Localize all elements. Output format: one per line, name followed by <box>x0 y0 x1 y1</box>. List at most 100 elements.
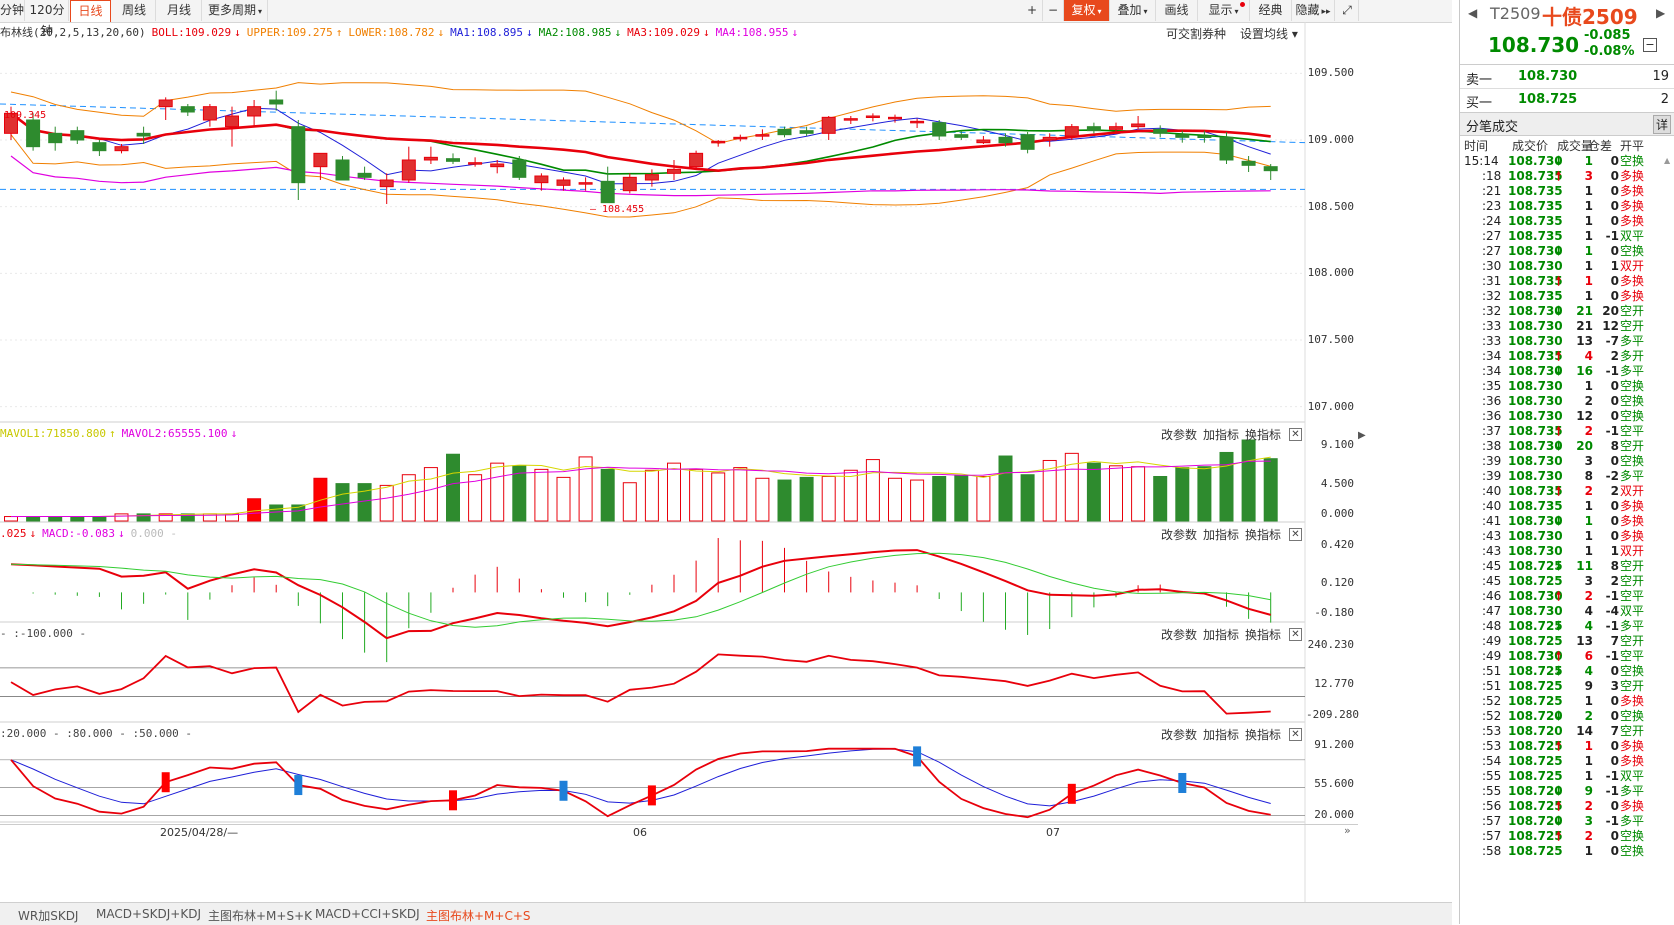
display-button[interactable]: 显示 ▾ <box>1198 0 1250 21</box>
deliverable-bonds-button[interactable]: 可交割券种 <box>1166 25 1226 42</box>
candle[interactable] <box>158 99 173 108</box>
template-tab[interactable]: 主图布林+M+S+K <box>208 907 312 924</box>
candle[interactable] <box>136 132 151 137</box>
candle[interactable] <box>1086 126 1101 132</box>
candle[interactable] <box>1241 160 1256 166</box>
zoom-in-button[interactable]: + <box>1022 0 1043 21</box>
add-indicator-button[interactable]: 加指标 <box>1203 426 1239 443</box>
candle[interactable] <box>357 172 372 178</box>
candle[interactable] <box>490 163 505 168</box>
candle[interactable] <box>755 134 770 137</box>
scroll-right-icon[interactable]: » <box>1344 824 1351 837</box>
edit-params-button[interactable]: 改参数 <box>1161 626 1197 643</box>
candle[interactable] <box>733 136 748 140</box>
candle[interactable] <box>70 130 85 141</box>
edit-params-button[interactable]: 改参数 <box>1161 526 1197 543</box>
candle[interactable] <box>48 132 63 144</box>
close-panel-icon[interactable]: ✕ <box>1289 528 1302 541</box>
candle[interactable] <box>401 159 416 181</box>
candle[interactable] <box>313 152 328 168</box>
candle[interactable] <box>468 162 483 165</box>
candle[interactable] <box>269 99 284 105</box>
next-contract-icon[interactable]: ▶ <box>1656 6 1665 20</box>
candle[interactable] <box>1064 126 1079 137</box>
candle[interactable] <box>1263 166 1278 172</box>
candle[interactable] <box>910 120 925 124</box>
candle[interactable] <box>1175 134 1190 138</box>
period-tab-3[interactable]: 周线 <box>113 0 156 21</box>
template-tab[interactable]: MACD+CCI+SKDJ <box>315 907 420 921</box>
candle[interactable] <box>291 126 306 184</box>
period-tab-5[interactable]: 更多周期 ▾ <box>203 0 268 21</box>
candle[interactable] <box>225 115 239 128</box>
candle[interactable] <box>1042 136 1057 141</box>
candle[interactable] <box>865 115 880 118</box>
add-indicator-button[interactable]: 加指标 <box>1203 526 1239 543</box>
candle[interactable] <box>534 175 549 184</box>
close-panel-icon[interactable]: ✕ <box>1289 728 1302 741</box>
hide-button[interactable]: 隐藏 ▸▸ <box>1292 0 1335 21</box>
period-tab-2[interactable]: 日线 <box>70 0 111 22</box>
zoom-out-button[interactable]: − <box>1043 0 1064 21</box>
scroll-up-icon[interactable]: ▲ <box>1664 156 1670 165</box>
fuquan-button[interactable]: 复权 ▾ <box>1064 0 1110 21</box>
close-panel-icon[interactable]: ✕ <box>1289 428 1302 441</box>
candle[interactable] <box>26 119 41 148</box>
candle[interactable] <box>600 180 615 204</box>
period-tab-1[interactable]: 120分钟 <box>26 0 69 38</box>
fullscreen-icon[interactable]: ⤢ <box>1336 0 1359 21</box>
prev-contract-icon[interactable]: ◀ <box>1468 6 1477 20</box>
change-indicator-button[interactable]: 换指标 <box>1245 726 1281 743</box>
candle[interactable] <box>1197 135 1212 138</box>
candle[interactable] <box>711 140 726 144</box>
candle[interactable] <box>180 106 195 113</box>
period-tab-0[interactable]: 分钟 <box>0 0 25 21</box>
candle[interactable] <box>644 174 659 181</box>
chart-area[interactable] <box>0 22 1358 902</box>
candle[interactable] <box>667 168 681 174</box>
candle[interactable] <box>1219 136 1234 161</box>
close-panel-icon[interactable]: ✕ <box>1289 628 1302 641</box>
candle[interactable] <box>821 116 836 134</box>
edit-params-button[interactable]: 改参数 <box>1161 726 1197 743</box>
collapse-arrow-icon[interactable]: ▶ <box>1358 430 1366 454</box>
change-indicator-button[interactable]: 换指标 <box>1245 426 1281 443</box>
candle[interactable] <box>1153 128 1168 134</box>
candle[interactable] <box>1109 126 1123 130</box>
candle[interactable] <box>379 179 394 188</box>
candle[interactable] <box>512 159 527 178</box>
candle[interactable] <box>799 130 814 134</box>
candle[interactable] <box>954 134 969 138</box>
ticks-detail-button[interactable]: 详 <box>1652 115 1671 134</box>
candle[interactable] <box>976 139 991 144</box>
candle[interactable] <box>423 156 438 161</box>
candle[interactable] <box>998 136 1013 144</box>
candle[interactable] <box>578 182 593 185</box>
minimize-icon[interactable]: − <box>1643 38 1657 52</box>
candle[interactable] <box>777 128 792 136</box>
overlay-button[interactable]: 叠加 ▾ <box>1110 0 1156 21</box>
change-indicator-button[interactable]: 换指标 <box>1245 526 1281 543</box>
edit-params-button[interactable]: 改参数 <box>1161 426 1197 443</box>
candle[interactable] <box>556 179 571 186</box>
candle[interactable] <box>202 106 217 121</box>
classic-button[interactable]: 经典 <box>1250 0 1292 21</box>
add-indicator-button[interactable]: 加指标 <box>1203 626 1239 643</box>
change-indicator-button[interactable]: 换指标 <box>1245 626 1281 643</box>
draw-line-button[interactable]: 画线 <box>1156 0 1198 21</box>
candle[interactable] <box>1131 123 1146 128</box>
set-ma-button[interactable]: 设置均线 ▾ <box>1240 25 1298 42</box>
template-tab[interactable]: 主图布林+M+C+S <box>426 907 531 924</box>
candle[interactable] <box>114 146 129 152</box>
candle[interactable] <box>1020 134 1035 150</box>
candle[interactable] <box>888 116 902 120</box>
candle[interactable] <box>92 142 107 152</box>
candle[interactable] <box>843 118 858 121</box>
candle[interactable] <box>622 176 637 192</box>
template-tab[interactable]: MACD+SKDJ+KDJ <box>96 907 201 921</box>
candle[interactable] <box>446 158 460 162</box>
candle[interactable] <box>689 152 704 168</box>
candle[interactable] <box>335 159 350 181</box>
add-indicator-button[interactable]: 加指标 <box>1203 726 1239 743</box>
template-tab[interactable]: WR加SKDJ <box>18 907 78 924</box>
